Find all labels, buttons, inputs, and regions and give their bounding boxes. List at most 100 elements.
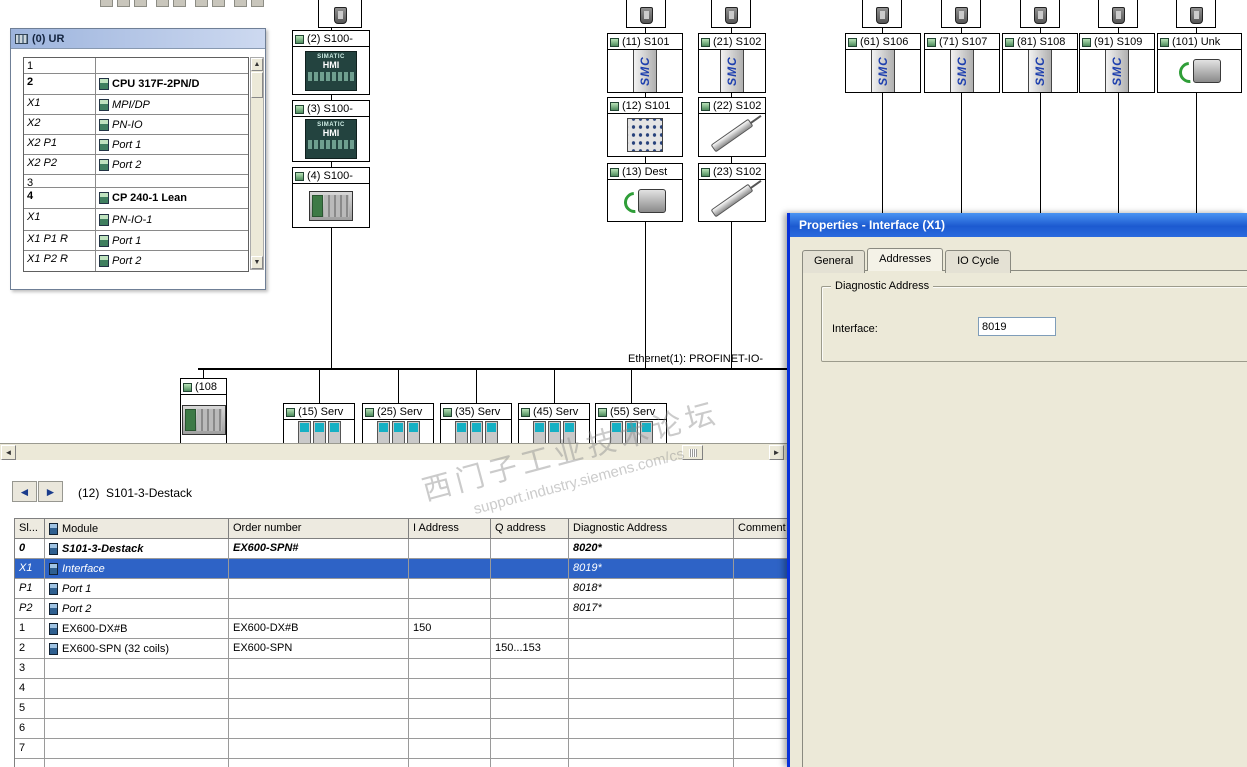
- cell-module: EX600-SPN (32 coils): [45, 639, 229, 659]
- table-row[interactable]: 4: [15, 679, 787, 699]
- device-stub[interactable]: [862, 0, 902, 28]
- device-stub[interactable]: [1176, 0, 1216, 28]
- cell-comment: [734, 739, 787, 759]
- rack-row[interactable]: X1 P2 R Port 2: [24, 251, 248, 271]
- device-plc-108[interactable]: (108: [180, 378, 227, 446]
- scroll-left-icon[interactable]: ◄: [1, 445, 16, 460]
- rack-row[interactable]: X2 PN-IO: [24, 115, 248, 135]
- interface-address-input[interactable]: [978, 317, 1056, 336]
- toolbar-icon[interactable]: [195, 0, 208, 7]
- header-comment[interactable]: Comment: [734, 519, 787, 539]
- dialog-titlebar[interactable]: Properties - Interface (X1): [790, 213, 1247, 237]
- device-servo-15[interactable]: (15) Serv: [283, 403, 355, 447]
- device-label: (55) Serv: [610, 406, 656, 418]
- header-diagnostic-address[interactable]: Diagnostic Address: [569, 519, 734, 539]
- header-i-address[interactable]: I Address: [409, 519, 491, 539]
- device-smc-11[interactable]: (11) S101 SMC: [607, 33, 683, 93]
- tab-addresses[interactable]: Addresses: [867, 248, 944, 271]
- device-smc-91[interactable]: (91) S109 SMC: [1079, 33, 1155, 93]
- rack-row[interactable]: X1 MPI/DP: [24, 95, 248, 115]
- device-hmi-2[interactable]: (3) S100- SIMATIC HMI: [292, 100, 370, 162]
- rack-row[interactable]: 2 CPU 317F-2PN/D: [24, 74, 248, 95]
- device-stub[interactable]: [626, 0, 666, 28]
- table-row[interactable]: 0 S101-3-Destack EX600-SPN# 8020*: [15, 539, 787, 559]
- device-head-icon: [1160, 37, 1169, 47]
- rack-row[interactable]: 3: [24, 175, 248, 188]
- device-smc-21[interactable]: (21) S102 SMC: [698, 33, 766, 93]
- connector-icon: [1111, 7, 1125, 24]
- table-row[interactable]: [15, 759, 787, 767]
- device-stub[interactable]: [318, 0, 362, 28]
- device-stub[interactable]: [1098, 0, 1138, 28]
- rack-row[interactable]: X1 PN-IO-1: [24, 209, 248, 231]
- rack-row[interactable]: X1 P1 R Port 1: [24, 231, 248, 251]
- table-row[interactable]: P2 Port 2 8017*: [15, 599, 787, 619]
- scroll-up-icon[interactable]: ▲: [251, 58, 263, 71]
- device-cylinder-22[interactable]: (22) S102: [698, 97, 766, 157]
- device-motor-101[interactable]: (101) Unk: [1157, 33, 1242, 93]
- table-row-selected[interactable]: X1 Interface 8019*: [15, 559, 787, 579]
- cell-order: [229, 679, 409, 699]
- header-order-number[interactable]: Order number: [229, 519, 409, 539]
- toolbar-icon[interactable]: [234, 0, 247, 7]
- connection-line: [554, 370, 555, 403]
- header-module[interactable]: Module: [45, 519, 229, 539]
- smc-device-icon: SMC: [633, 50, 657, 92]
- device-motor-13[interactable]: (13) Dest: [607, 163, 683, 222]
- header-slot[interactable]: Sl...: [15, 519, 45, 539]
- rack-row[interactable]: 1: [24, 58, 248, 74]
- device-servo-55[interactable]: (55) Serv: [595, 403, 667, 447]
- device-stub[interactable]: [941, 0, 981, 28]
- rack-row[interactable]: X2 P2 Port 2: [24, 155, 248, 175]
- toolbar-icon[interactable]: [156, 0, 169, 7]
- rack-row[interactable]: 4 CP 240-1 Lean: [24, 188, 248, 209]
- ethernet-bus-line[interactable]: [198, 368, 787, 370]
- device-servo-25[interactable]: (25) Serv: [362, 403, 434, 447]
- scroll-thumb[interactable]: [251, 72, 263, 98]
- toolbar-icon[interactable]: [212, 0, 225, 7]
- device-stub[interactable]: [1020, 0, 1060, 28]
- table-row[interactable]: 3: [15, 659, 787, 679]
- nav-back-button[interactable]: ◄: [12, 481, 37, 502]
- rack-window[interactable]: (0) UR 1 2 CPU 317F-2PN/D X1 MPI/DP X2 PN-I…: [10, 28, 266, 290]
- table-row[interactable]: 1 EX600-DX#B EX600-DX#B 150: [15, 619, 787, 639]
- device-hmi-1[interactable]: (2) S100- SIMATIC HMI: [292, 30, 370, 95]
- device-cylinder-23[interactable]: (23) S102: [698, 163, 766, 222]
- toolbar-icon[interactable]: [173, 0, 186, 7]
- table-row[interactable]: P1 Port 1 8018*: [15, 579, 787, 599]
- tab-general[interactable]: General: [802, 250, 866, 273]
- toolbar-icon[interactable]: [117, 0, 130, 7]
- horizontal-scrollbar[interactable]: ◄ ►: [0, 443, 787, 460]
- table-row[interactable]: 5: [15, 699, 787, 719]
- scroll-thumb[interactable]: [682, 445, 703, 460]
- device-smc-61[interactable]: (61) S106 SMC: [845, 33, 921, 93]
- servo-drive-icon: [609, 421, 653, 445]
- rack-row[interactable]: X2 P1 Port 1: [24, 135, 248, 155]
- table-row[interactable]: 2 EX600-SPN (32 coils) EX600-SPN 150...1…: [15, 639, 787, 659]
- header-q-address[interactable]: Q address: [491, 519, 569, 539]
- device-stub[interactable]: [711, 0, 751, 28]
- motor-icon: [1192, 59, 1221, 83]
- rack-window-titlebar[interactable]: (0) UR: [11, 29, 265, 49]
- toolbar-icon[interactable]: [134, 0, 147, 7]
- nav-forward-button[interactable]: ►: [38, 481, 63, 502]
- table-row[interactable]: 6: [15, 719, 787, 739]
- device-servo-35[interactable]: (35) Serv: [440, 403, 512, 447]
- rack-module: Port 2: [96, 251, 248, 271]
- device-smc-71[interactable]: (71) S107 SMC: [924, 33, 1000, 93]
- toolbar-icon[interactable]: [251, 0, 264, 7]
- device-valve-12[interactable]: (12) S101: [607, 97, 683, 157]
- rack-module: CPU 317F-2PN/D: [96, 74, 248, 94]
- rack-scrollbar[interactable]: ▲ ▼: [250, 57, 264, 270]
- table-row[interactable]: 7: [15, 739, 787, 759]
- device-smc-81[interactable]: (81) S108 SMC: [1002, 33, 1078, 93]
- connector-icon: [724, 7, 738, 24]
- toolbar-icon[interactable]: [100, 0, 113, 7]
- device-plc[interactable]: (4) S100-: [292, 167, 370, 228]
- scroll-right-icon[interactable]: ►: [769, 445, 784, 460]
- cell-module: S101-3-Destack: [45, 539, 229, 559]
- device-servo-45[interactable]: (45) Serv: [518, 403, 590, 447]
- selected-device-label: (12) S101-3-Destack: [78, 486, 193, 500]
- scroll-down-icon[interactable]: ▼: [251, 256, 263, 269]
- tab-io-cycle[interactable]: IO Cycle: [945, 250, 1012, 273]
